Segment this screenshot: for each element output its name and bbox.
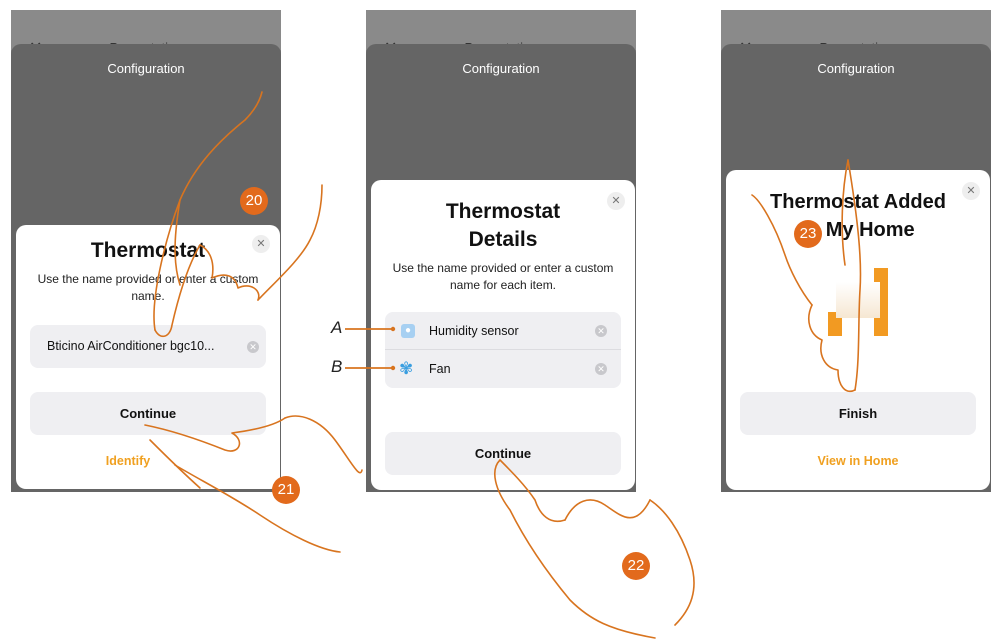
phone-screen-1: ✕ Presentation Configuration ✕ Thermosta…	[11, 10, 281, 492]
droplet-icon: ●	[401, 324, 415, 338]
modal-title-line2: Details	[468, 228, 538, 251]
device-name-field[interactable]: Bticino AirConditioner bgc10... ✕	[30, 325, 266, 368]
item-label: Fan	[429, 362, 451, 376]
sheet-title: Configuration	[462, 61, 540, 76]
list-item[interactable]: ● Humidity sensor ✕	[385, 312, 621, 350]
continue-button[interactable]: Continue	[385, 432, 621, 475]
home-illustration	[824, 268, 894, 348]
phone-screen-2: ✕ Presentation Configuration ✕ Thermosta…	[366, 10, 636, 492]
thermostat-added-modal: ✕ Thermostat Added to My Home Finish Vie…	[726, 170, 990, 490]
items-list: ● Humidity sensor ✕ ✾ Fan ✕	[385, 312, 621, 388]
clear-icon[interactable]: ✕	[247, 341, 259, 353]
step-badge-20: 20	[240, 187, 268, 215]
continue-button[interactable]: Continue	[30, 392, 266, 435]
callout-a: A	[331, 318, 343, 337]
finish-button[interactable]: Finish	[740, 392, 976, 435]
modal-subtitle: Use the name provided or enter a custom …	[37, 272, 259, 303]
clear-icon[interactable]: ✕	[595, 325, 607, 337]
continue-label: Continue	[119, 406, 177, 421]
modal-title-line2: to My Home	[801, 219, 915, 241]
thermostat-name-modal: ✕ Thermostat Use the name provided or en…	[16, 225, 280, 489]
view-in-home-link[interactable]: View in Home	[726, 454, 990, 468]
step-badge-21: 21	[272, 476, 300, 504]
sheet-title: Configuration	[107, 61, 185, 76]
finish-label: Finish	[838, 406, 878, 421]
device-name-value: Bticino AirConditioner bgc10...	[47, 339, 215, 353]
list-item[interactable]: ✾ Fan ✕	[385, 350, 621, 388]
fan-icon: ✾	[399, 359, 414, 378]
continue-label: Continue	[474, 446, 532, 461]
step-badge-23: 23	[794, 220, 822, 248]
modal-title: Thermostat	[90, 239, 206, 262]
identify-link[interactable]: Identify	[16, 454, 240, 468]
modal-title-line1: Thermostat	[445, 200, 561, 223]
thermostat-details-modal: ✕ Thermostat Details Use the name provid…	[371, 180, 635, 490]
item-label: Humidity sensor	[429, 324, 519, 338]
sheet-title: Configuration	[817, 61, 895, 76]
modal-title-line1: Thermostat Added	[770, 191, 946, 213]
callout-b: B	[331, 357, 343, 376]
clear-icon[interactable]: ✕	[595, 363, 607, 375]
modal-subtitle: Use the name provided or enter a custom …	[392, 261, 614, 292]
step-badge-22: 22	[622, 552, 650, 580]
phone-screen-3: ✕ Presentation Configuration ✕ Thermosta…	[721, 10, 991, 492]
